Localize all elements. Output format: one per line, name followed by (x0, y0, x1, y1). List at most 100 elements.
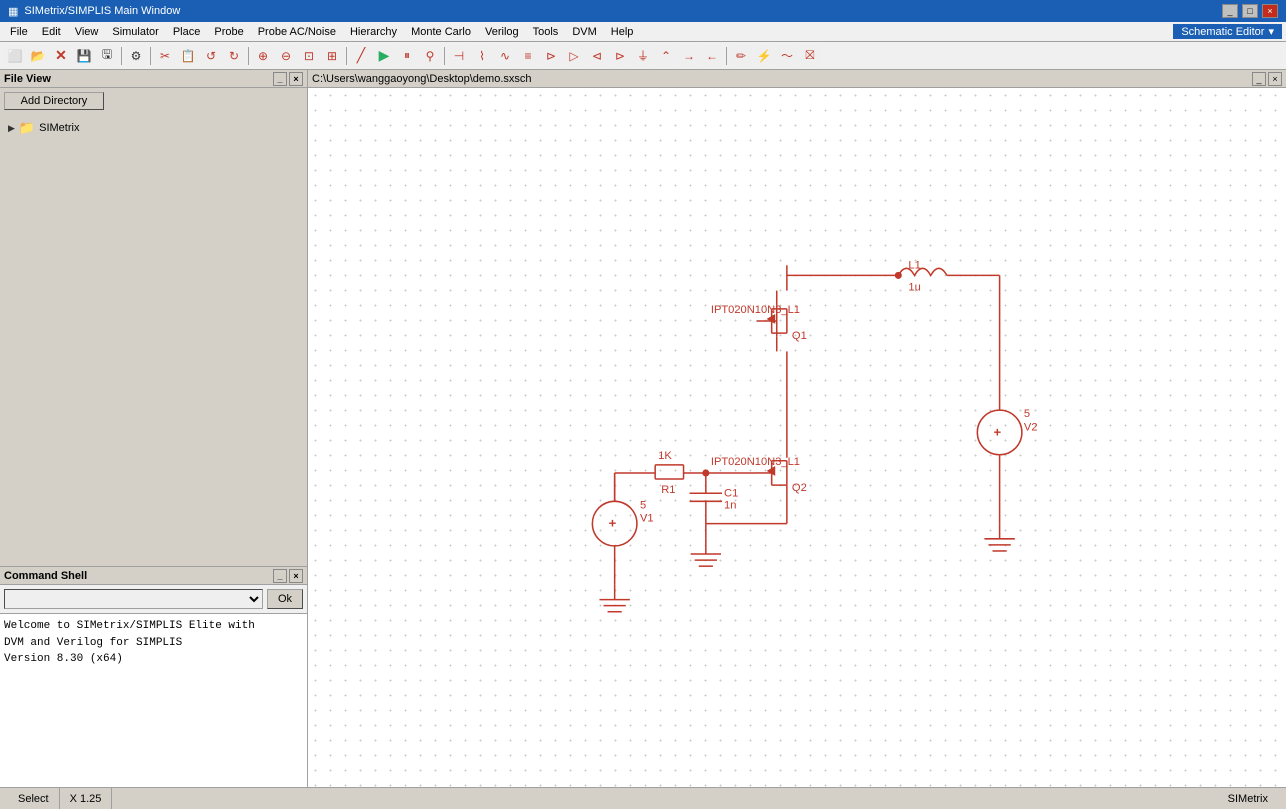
zoom-out-button[interactable]: ⊖ (275, 45, 297, 67)
file-view-close[interactable]: × (289, 72, 303, 86)
svg-text:V1: V1 (640, 513, 654, 525)
svg-text:Q1: Q1 (792, 330, 807, 342)
arrow-left-button[interactable]: ← (701, 45, 723, 67)
save-button[interactable]: 💾 (73, 45, 95, 67)
file-view-panel: File View _ × Add Directory ▶ 📁 SIMetrix (0, 70, 307, 567)
svg-text:1K: 1K (658, 450, 672, 462)
wave-button[interactable]: 〜 (776, 45, 798, 67)
svg-text:Q2: Q2 (792, 482, 807, 494)
close-button-tb[interactable]: ✕ (50, 45, 72, 67)
svg-text:1u: 1u (908, 282, 920, 294)
marker-button[interactable]: ⛝ (799, 45, 821, 67)
copy-button[interactable]: 📋 (177, 45, 199, 67)
schematic-canvas[interactable]: .comp { stroke: #c0392b; stroke-width: 1… (308, 88, 1286, 787)
status-mode-label: Select (18, 793, 49, 805)
app-icon: ▦ (8, 5, 18, 18)
menu-verilog[interactable]: Verilog (479, 24, 525, 40)
main-layout: File View _ × Add Directory ▶ 📁 SIMetrix… (0, 70, 1286, 787)
title-controls[interactable]: _ □ × (1222, 4, 1278, 18)
file-view-minimize[interactable]: _ (273, 72, 287, 86)
cmd-ok-button[interactable]: Ok (267, 589, 303, 609)
title-bar: ▦ SIMetrix/SIMPLIS Main Window _ □ × (0, 0, 1286, 22)
command-shell-controls[interactable]: _ × (273, 569, 303, 583)
menu-probe-ac-noise[interactable]: Probe AC/Noise (252, 24, 342, 40)
menu-file[interactable]: File (4, 24, 34, 40)
command-shell-label: Command Shell (4, 570, 87, 582)
new-button[interactable]: ⬜ (4, 45, 26, 67)
cut-button[interactable]: ✂ (154, 45, 176, 67)
run-button[interactable]: ▶ (373, 45, 395, 67)
schematic-header-controls[interactable]: _ × (1252, 72, 1282, 86)
gnd-button[interactable]: ⏚ (632, 45, 654, 67)
maximize-button[interactable]: □ (1242, 4, 1258, 18)
wire-button[interactable]: ╱ (350, 45, 372, 67)
mosfet-p-button[interactable]: ⊲ (586, 45, 608, 67)
svg-text:5: 5 (640, 499, 646, 511)
resistor-button[interactable]: ⊣ (448, 45, 470, 67)
file-view-controls[interactable]: _ × (273, 72, 303, 86)
svg-text:R1: R1 (661, 484, 675, 496)
menu-tools[interactable]: Tools (527, 24, 565, 40)
zoom-fit-button[interactable]: ⊡ (298, 45, 320, 67)
mirror-button[interactable]: ↻ (223, 45, 245, 67)
schematic-svg: .comp { stroke: #c0392b; stroke-width: 1… (308, 88, 1286, 787)
menu-hierarchy[interactable]: Hierarchy (344, 24, 403, 40)
toolbar: ⬜ 📂 ✕ 💾 🖫 ⚙ ✂ 📋 ↺ ↻ ⊕ ⊖ ⊡ ⊞ ╱ ▶ ⏸ ⚲ ⊣ ⌇ … (0, 42, 1286, 70)
probe2-button[interactable]: ⚡ (753, 45, 775, 67)
schematic-editor-arrow: ▾ (1268, 25, 1274, 38)
svg-text:IPT020N10N3_L1: IPT020N10N3_L1 (711, 304, 800, 316)
save-as-button[interactable]: 🖫 (96, 45, 118, 67)
svg-text:IPT020N10N3_L1: IPT020N10N3_L1 (711, 456, 800, 468)
rotate-button[interactable]: ↺ (200, 45, 222, 67)
capacitor-button[interactable]: ≡ (517, 45, 539, 67)
add-directory-button[interactable]: Add Directory (4, 92, 104, 110)
inductor-button[interactable]: ⌇ (471, 45, 493, 67)
schematic-editor-badge: Schematic Editor ▾ (1173, 24, 1282, 39)
cmd-output: Welcome to SIMetrix/SIMPLIS Elite with D… (0, 614, 307, 787)
file-tree-item-simetrix[interactable]: ▶ 📁 SIMetrix (4, 118, 303, 138)
probe-button[interactable]: ⚲ (419, 45, 441, 67)
left-panel: File View _ × Add Directory ▶ 📁 SIMetrix… (0, 70, 308, 787)
mosfet-n-button[interactable]: ⊳ (609, 45, 631, 67)
minimize-button[interactable]: _ (1222, 4, 1238, 18)
svg-text:C1: C1 (724, 487, 738, 499)
menu-monte-carlo[interactable]: Monte Carlo (405, 24, 477, 40)
svg-text:5: 5 (1024, 408, 1030, 420)
zoom-in-button[interactable]: ⊕ (252, 45, 274, 67)
properties-button[interactable]: ⚙ (125, 45, 147, 67)
menu-edit[interactable]: Edit (36, 24, 67, 40)
status-brand-label: SIMetrix (1228, 793, 1268, 805)
svg-text:+: + (609, 516, 617, 531)
close-button[interactable]: × (1262, 4, 1278, 18)
open-button[interactable]: 📂 (27, 45, 49, 67)
cmd-input[interactable] (4, 589, 263, 609)
svg-text:+: + (994, 424, 1002, 439)
zoom-full-button[interactable]: ⊞ (321, 45, 343, 67)
cmd-shell-close[interactable]: × (289, 569, 303, 583)
cmd-shell-minimize[interactable]: _ (273, 569, 287, 583)
pause-button[interactable]: ⏸ (396, 45, 418, 67)
vcc-button[interactable]: ⌃ (655, 45, 677, 67)
file-view-label: File View (4, 73, 51, 85)
arrow-right-button[interactable]: → (678, 45, 700, 67)
menu-probe[interactable]: Probe (208, 24, 249, 40)
svg-text:V2: V2 (1024, 421, 1038, 433)
pencil-button[interactable]: ✏ (730, 45, 752, 67)
right-panel: C:\Users\wanggaoyong\Desktop\demo.sxsch … (308, 70, 1286, 787)
tree-item-label: SIMetrix (39, 122, 79, 134)
file-tree: ▶ 📁 SIMetrix (0, 114, 307, 566)
menu-view[interactable]: View (69, 24, 105, 40)
file-view-header: File View _ × (0, 70, 307, 88)
menu-dvm[interactable]: DVM (566, 24, 602, 40)
diode2-button[interactable]: ▷ (563, 45, 585, 67)
menu-simulator[interactable]: Simulator (106, 24, 164, 40)
cmd-input-row: Ok (0, 585, 307, 614)
menu-place[interactable]: Place (167, 24, 207, 40)
schematic-path: C:\Users\wanggaoyong\Desktop\demo.sxsch (312, 73, 532, 85)
status-coords: X 1.25 (60, 788, 113, 809)
menu-help[interactable]: Help (605, 24, 640, 40)
schematic-minimize[interactable]: _ (1252, 72, 1266, 86)
wire2-button[interactable]: ∿ (494, 45, 516, 67)
diode-button[interactable]: ⊳ (540, 45, 562, 67)
schematic-close[interactable]: × (1268, 72, 1282, 86)
